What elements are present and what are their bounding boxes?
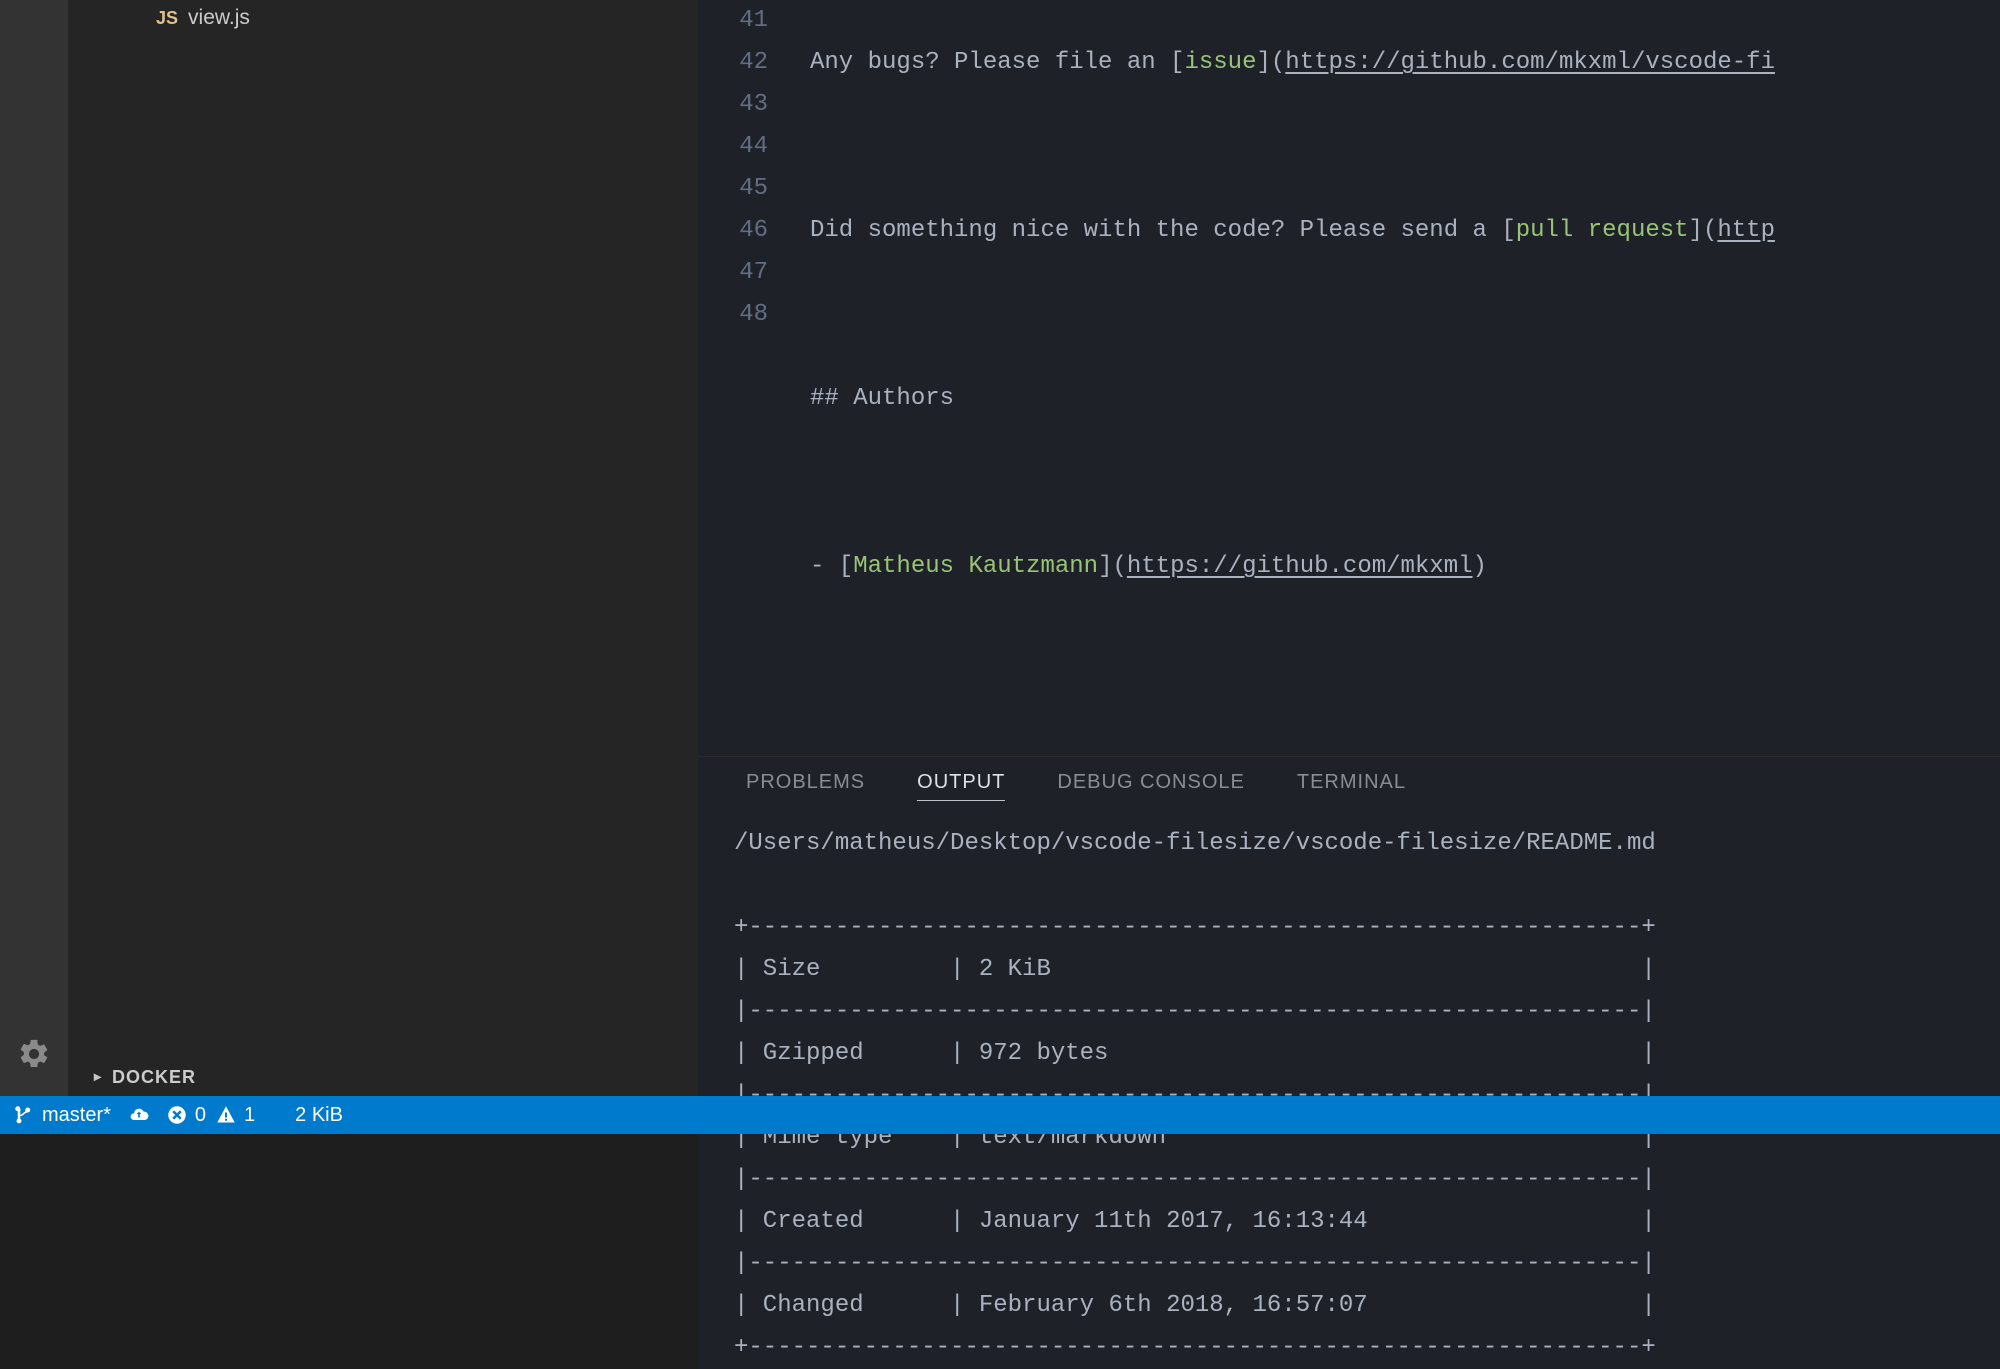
- docker-section-header[interactable]: ▸ DOCKER: [68, 1059, 698, 1096]
- code-text: Did something nice with the code? Please…: [810, 217, 1516, 244]
- code-text: ](: [1256, 49, 1285, 76]
- code-url: https://github.com/mkxml: [1127, 553, 1473, 580]
- code-link: pull request: [1516, 217, 1689, 244]
- tab-output[interactable]: OUTPUT: [917, 771, 1005, 801]
- code-text: ](: [1098, 553, 1127, 580]
- line-number: 42: [698, 42, 768, 84]
- code-text: - [: [810, 553, 853, 580]
- code-heading: ## Authors: [810, 385, 954, 412]
- code-link: issue: [1184, 49, 1256, 76]
- activity-bar: [0, 0, 68, 1096]
- code-text: ): [1473, 553, 1487, 580]
- sync-status[interactable]: [129, 1105, 149, 1125]
- filesize-value: 2 KiB: [295, 1104, 343, 1127]
- sidebar: JS view.js ▸ DOCKER: [68, 0, 698, 1096]
- line-number: 48: [698, 294, 768, 336]
- line-number: 46: [698, 210, 768, 252]
- code-url: http: [1717, 217, 1775, 244]
- tab-terminal[interactable]: TERMINAL: [1297, 771, 1406, 801]
- line-number: 44: [698, 126, 768, 168]
- line-number-gutter: 41 42 43 44 45 46 47 48: [698, 0, 782, 756]
- file-name: view.js: [188, 6, 250, 30]
- git-branch-status[interactable]: master*: [14, 1104, 111, 1127]
- warnings-status[interactable]: 1: [216, 1104, 255, 1127]
- code-link: Matheus Kautzmann: [853, 553, 1098, 580]
- line-number: 43: [698, 84, 768, 126]
- output-pane[interactable]: /Users/matheus/Desktop/vscode-filesize/v…: [698, 815, 2000, 1369]
- docker-label: DOCKER: [112, 1067, 196, 1088]
- tab-problems[interactable]: PROBLEMS: [746, 771, 865, 801]
- warning-icon: [216, 1105, 236, 1125]
- file-badge-js: JS: [156, 8, 178, 29]
- line-number: 41: [698, 0, 768, 42]
- editor-panel: 41 42 43 44 45 46 47 48 Any bugs? Please…: [698, 0, 2000, 1096]
- tab-debug-console[interactable]: DEBUG CONSOLE: [1057, 771, 1244, 801]
- chevron-right-icon: ▸: [94, 1068, 102, 1085]
- status-bar: master* 0 1 2 KiB: [0, 1096, 2000, 1134]
- code-url: https://github.com/mkxml/vscode-fi: [1285, 49, 1775, 76]
- filesize-status[interactable]: 2 KiB: [295, 1104, 343, 1127]
- gear-icon[interactable]: [17, 1037, 51, 1076]
- line-number: 45: [698, 168, 768, 210]
- errors-count: 0: [195, 1104, 206, 1127]
- git-branch-icon: [14, 1105, 34, 1125]
- branch-name: master*: [42, 1104, 111, 1127]
- error-icon: [167, 1105, 187, 1125]
- code-text: Any bugs? Please file an [: [810, 49, 1184, 76]
- file-entry-viewjs[interactable]: JS view.js: [68, 0, 698, 36]
- code-area[interactable]: Any bugs? Please file an [issue](https:/…: [782, 0, 2000, 756]
- line-number: 47: [698, 252, 768, 294]
- editor-area[interactable]: 41 42 43 44 45 46 47 48 Any bugs? Please…: [698, 0, 2000, 756]
- warnings-count: 1: [244, 1104, 255, 1127]
- panel-tabs: PROBLEMS OUTPUT DEBUG CONSOLE TERMINAL: [698, 756, 2000, 815]
- cloud-sync-icon: [129, 1105, 149, 1125]
- code-text: ](: [1689, 217, 1718, 244]
- errors-status[interactable]: 0: [167, 1104, 206, 1127]
